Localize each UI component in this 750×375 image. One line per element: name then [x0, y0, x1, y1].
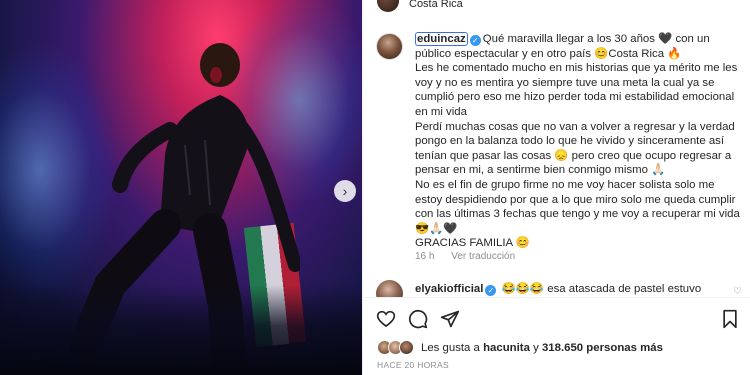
- chevron-right-icon[interactable]: ›: [334, 180, 356, 202]
- verified-badge-icon: ✓: [485, 285, 497, 296]
- liker-avatars: [377, 340, 417, 356]
- avatar[interactable]: [377, 0, 399, 12]
- likes-connector: y: [533, 342, 539, 354]
- avatar: [399, 340, 414, 355]
- see-translation-link[interactable]: Ver traducción: [451, 251, 515, 262]
- post-location[interactable]: Costa Rica: [409, 0, 463, 10]
- caption-age: 16 h: [415, 251, 435, 262]
- likes-summary[interactable]: Les gusta a hacunita y 318.650 personas …: [377, 340, 663, 356]
- heart-icon[interactable]: ♡: [733, 286, 742, 297]
- comment-username[interactable]: elyakiofficial: [415, 283, 483, 295]
- heart-icon: [376, 310, 396, 328]
- like-button[interactable]: [375, 308, 397, 330]
- verified-badge-icon: ✓: [469, 35, 481, 46]
- comment-item: elyakiofficial ✓ 😂😂😂 esa atascada de past…: [363, 279, 750, 307]
- share-button[interactable]: [439, 308, 461, 330]
- action-bar: [363, 297, 750, 337]
- comment-body: 😂😂😂 esa atascada de pastel estuvo: [501, 283, 702, 295]
- bookmark-icon: [723, 309, 737, 329]
- comment-icon: [408, 309, 428, 329]
- comment-button[interactable]: [407, 308, 429, 330]
- comment-text: elyakiofficial ✓ 😂😂😂 esa atascada de past…: [415, 281, 701, 296]
- post-header: Costa Rica: [363, 0, 750, 14]
- caption-meta: 16 h Ver traducción: [415, 251, 529, 262]
- post-timestamp: HACE 20 HORAS: [377, 360, 449, 370]
- post-photo[interactable]: ›: [0, 0, 362, 375]
- caption-text: eduincaz ✓ Qué maravilla llegar a los 30 a…: [415, 32, 741, 251]
- caption-paragraph: No es el fin de grupo firme no me voy ha…: [415, 178, 740, 235]
- post-detail-panel: Costa Rica eduincaz ✓ Qué maravilla llegar…: [362, 0, 750, 375]
- likes-prefix: Les gusta a: [421, 342, 480, 354]
- share-icon: [440, 310, 460, 328]
- caption-username[interactable]: eduincaz: [415, 32, 468, 46]
- caption-paragraph: GRACIAS FAMILIA 😊: [415, 237, 530, 250]
- save-button[interactable]: [719, 308, 741, 330]
- caption-paragraph: Les he comentado mucho en mis historias …: [415, 62, 738, 118]
- crowd: [0, 285, 362, 375]
- caption-paragraph: Perdí muchas cosas que no van a volver a…: [415, 120, 735, 177]
- likes-count[interactable]: 318.650 personas más: [542, 342, 663, 354]
- avatar[interactable]: [376, 33, 403, 60]
- liker-username[interactable]: hacunita: [483, 342, 530, 354]
